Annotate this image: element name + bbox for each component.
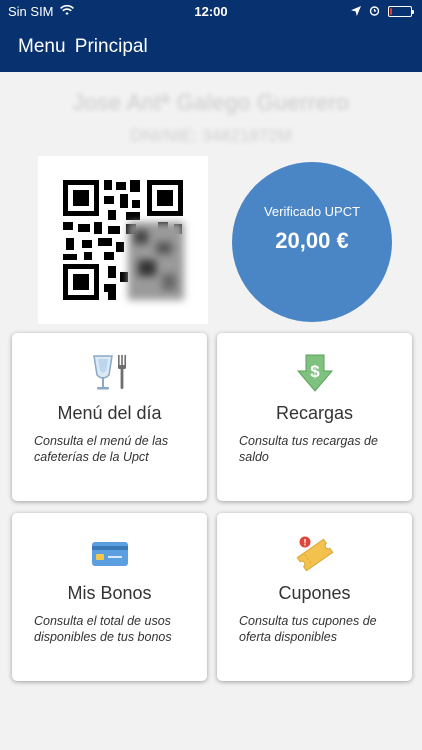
ticket-coupon-icon: ! [217,533,412,573]
card-description: Consulta el total de usos disponibles de… [34,614,172,644]
card-recargas[interactable]: $ Recargas Consulta tus recargas de sald… [217,333,412,501]
alarm-clock-icon [369,4,380,19]
navigation-bar: Menu Principal [0,22,422,72]
glass-and-fork-icon [12,353,207,393]
user-dni: DNI/NIE: 34821872M [130,126,292,145]
card-title: Menú del día [57,403,162,423]
balance-badge: Verificado UPCT 20,00 € [232,162,392,322]
location-arrow-icon [351,4,361,19]
battery-level [390,8,392,15]
card-description: Consulta el menú de las cafeterías de la… [34,434,169,464]
qr-code [38,156,208,324]
card-description: Consulta tus cupones de oferta disponibl… [239,614,377,644]
status-bar: Sin SIM 12:00 [0,0,422,22]
status-right [351,4,414,19]
card-title: Recargas [275,403,354,423]
card-menu-del-dia[interactable]: Menú del día Consulta el menú de las caf… [12,333,207,501]
balance-amount: 20,00 € [275,228,349,253]
card-cupones[interactable]: ! Cupones Consulta tus cupones de oferta… [217,513,412,681]
credit-card-icon [12,533,207,573]
svg-text:!: ! [303,538,306,548]
card-title: Mis Bonos [67,583,152,603]
user-name: Jose Antª Galego Guerrero [72,90,350,115]
qr-code-image [63,180,184,300]
battery-icon [388,6,414,17]
page-title: Menu Principal [18,36,148,57]
svg-text:$: $ [310,362,320,381]
card-description: Consulta tus recargas de saldo [239,434,378,464]
balance-label: Verificado UPCT [263,204,361,219]
dollar-arrow-down-icon: $ [217,353,412,393]
card-title: Cupones [278,583,351,603]
card-mis-bonos[interactable]: Mis Bonos Consulta el total de usos disp… [12,513,207,681]
